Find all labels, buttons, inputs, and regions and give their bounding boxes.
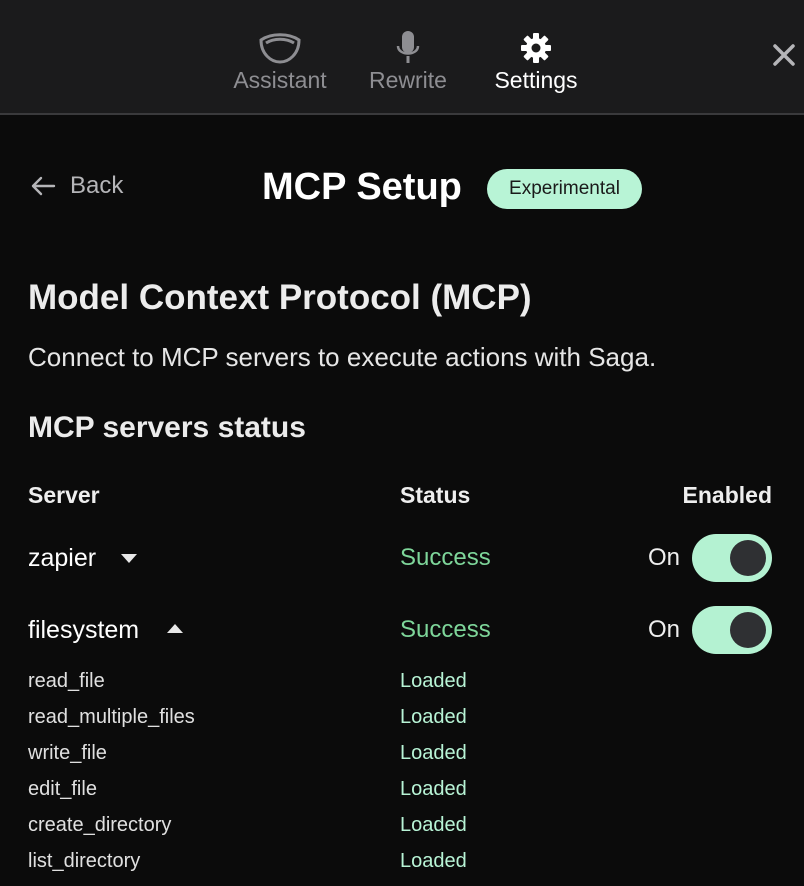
tab-assistant-label: Assistant bbox=[233, 67, 327, 93]
tool-status: Loaded bbox=[400, 742, 467, 764]
back-label: Back bbox=[70, 172, 124, 199]
tool-name: create_directory bbox=[28, 814, 172, 836]
caret-down-icon[interactable] bbox=[121, 554, 137, 563]
tool-row: create_directory Loaded bbox=[0, 810, 804, 840]
tab-settings[interactable]: Settings bbox=[488, 26, 584, 94]
tool-status: Loaded bbox=[400, 814, 467, 836]
toggle-knob bbox=[730, 540, 766, 576]
top-navigation-bar: Assistant Rewrite Settings bbox=[0, 0, 804, 115]
section-heading: Model Context Protocol (MCP) bbox=[28, 278, 532, 317]
enabled-label: On bbox=[648, 544, 681, 571]
enabled-toggle[interactable] bbox=[692, 606, 772, 654]
server-row-zapier: zapier Success On bbox=[0, 534, 804, 584]
enabled-label: On bbox=[648, 616, 681, 643]
enabled-toggle[interactable] bbox=[692, 534, 772, 582]
tool-name: list_directory bbox=[28, 850, 141, 872]
page-title: MCP Setup bbox=[262, 166, 462, 208]
column-header-status: Status bbox=[400, 482, 471, 508]
close-button[interactable] bbox=[770, 40, 798, 70]
tool-name: read_multiple_files bbox=[28, 706, 195, 728]
tool-row: read_file Loaded bbox=[0, 666, 804, 696]
server-name: filesystem bbox=[28, 616, 140, 644]
server-status: Success bbox=[400, 616, 491, 643]
tool-row: write_file Loaded bbox=[0, 738, 804, 768]
servers-status-heading: MCP servers status bbox=[28, 411, 306, 444]
tab-rewrite[interactable]: Rewrite bbox=[360, 26, 456, 94]
tool-name: read_file bbox=[28, 670, 105, 692]
tool-row: edit_file Loaded bbox=[0, 774, 804, 804]
arrow-left-icon bbox=[31, 176, 56, 196]
column-header-server: Server bbox=[28, 482, 100, 508]
tool-name: edit_file bbox=[28, 778, 97, 800]
tool-status: Loaded bbox=[400, 706, 467, 728]
section-description: Connect to MCP servers to execute action… bbox=[28, 342, 657, 372]
tool-status: Loaded bbox=[400, 670, 467, 692]
assistant-icon bbox=[257, 26, 303, 64]
toggle-knob bbox=[730, 612, 766, 648]
tool-name: write_file bbox=[28, 742, 107, 764]
tool-row: list_directory Loaded bbox=[0, 846, 804, 876]
gear-icon bbox=[520, 26, 552, 64]
tool-status: Loaded bbox=[400, 850, 467, 872]
experimental-badge: Experimental bbox=[487, 169, 642, 209]
server-status: Success bbox=[400, 544, 491, 571]
tab-rewrite-label: Rewrite bbox=[369, 67, 447, 93]
tab-settings-label: Settings bbox=[494, 67, 578, 93]
server-row-filesystem: filesystem Success On bbox=[0, 606, 804, 656]
server-name: zapier bbox=[28, 544, 97, 572]
tool-status: Loaded bbox=[400, 778, 467, 800]
close-icon bbox=[773, 44, 795, 66]
tab-assistant[interactable]: Assistant bbox=[230, 26, 330, 94]
column-header-enabled: Enabled bbox=[682, 482, 772, 508]
caret-up-icon[interactable] bbox=[167, 624, 183, 633]
back-button[interactable]: Back bbox=[30, 172, 123, 200]
microphone-icon bbox=[395, 26, 421, 64]
tool-row: read_multiple_files Loaded bbox=[0, 702, 804, 732]
